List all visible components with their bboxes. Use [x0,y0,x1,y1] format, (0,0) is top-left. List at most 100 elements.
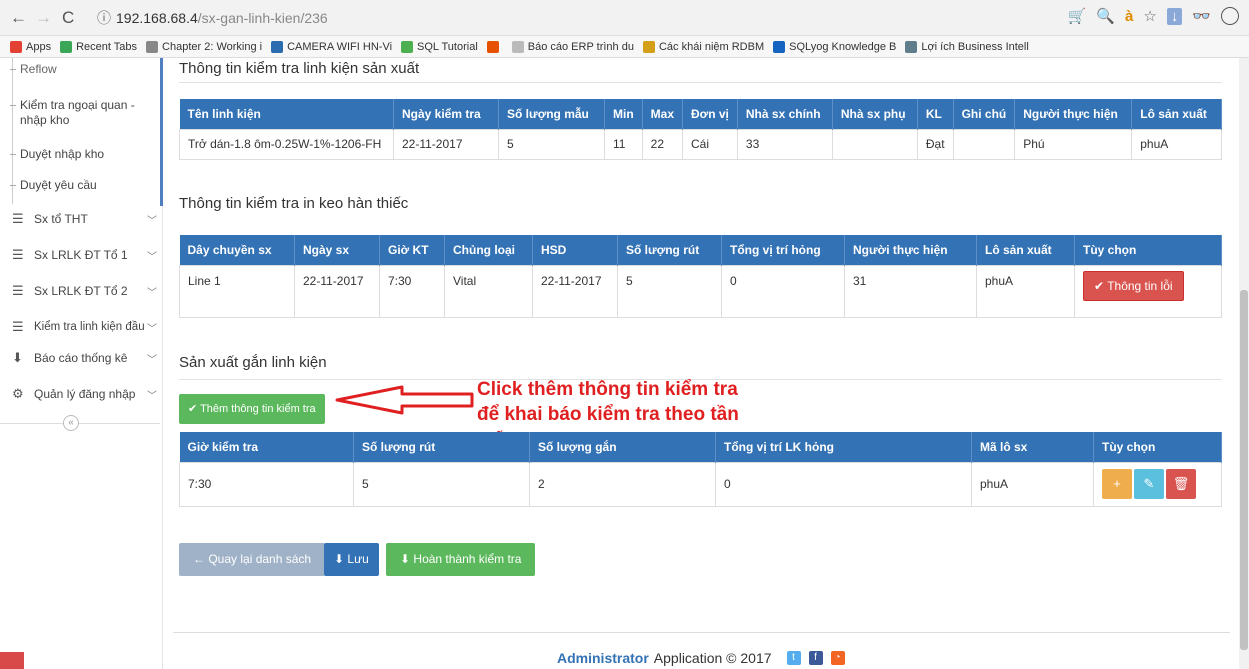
sidebar-subitem-visual-check[interactable]: Kiểm tra ngoại quan - nhập kho [10,98,145,128]
glasses-icon[interactable]: 👓 [1192,7,1211,25]
back-to-list-button[interactable]: ← Quay lại danh sách [179,543,326,576]
col-header[interactable]: Giờ KT [379,235,445,265]
collapse-sidebar-icon[interactable]: « [63,415,79,431]
col-header[interactable]: Nhà sx chính [737,99,833,129]
col-header[interactable]: Tùy chọn [1074,235,1222,265]
col-header[interactable]: Số lượng gắn [529,432,716,462]
download-icon[interactable]: ↓ [1166,7,1183,25]
table-cell: Vital [444,264,533,318]
rss-icon[interactable]: ◔ [830,651,845,665]
table-row[interactable]: Trở dán-1.8 ôm-0.25W-1%-1206-FH 22-11-20… [179,128,1222,160]
bookmark-item[interactable]: SQLyog Knowledge B [773,40,896,53]
url-field[interactable]: ⓘ 192.168.68.4/sx-gan-linh-kien/236 [97,8,328,28]
col-header[interactable]: Số lượng mẫu [498,99,605,129]
table-cell: Trở dán-1.8 ôm-0.25W-1%-1206-FH [179,128,394,160]
edit-row-button[interactable]: ✎ [1134,469,1164,499]
table-cell: 5 [498,128,605,160]
col-header[interactable]: Max [642,99,684,129]
annotation-arrow [335,385,474,415]
col-header[interactable]: HSD [532,235,618,265]
bookmark-item[interactable] [486,40,503,53]
forward-arrow-icon[interactable]: → [35,8,52,28]
col-header[interactable]: KL [917,99,954,129]
table-cell: phuA [1131,128,1222,160]
table-cell: 22-11-2017 [532,264,618,318]
section2-title: Thông tin kiểm tra in keo hàn thiếc [179,195,409,212]
col-header[interactable]: Min [604,99,643,129]
col-header[interactable]: Tổng vị trí hỏng [721,235,845,265]
col-header[interactable]: Ngày sx [294,235,380,265]
sidebar-divider [0,423,160,424]
bookmark-item[interactable]: Apps [10,40,51,53]
footer-divider [173,632,1230,633]
list-icon: ☰ [12,247,24,262]
table-cell: Line 1 [179,264,295,318]
footer: Administrator Application © 2017 t f ◔ [557,650,845,666]
bookmark-item[interactable]: SQL Tutorial [401,40,478,53]
col-header[interactable]: Nhà sx phụ [832,99,918,129]
col-header[interactable]: Đơn vị [682,99,738,129]
table-cell: + ✎ 🗑 [1093,461,1222,507]
sidebar-subitem-approve-request[interactable]: Duyệt yêu cầu [10,178,160,193]
table-cell: 33 [736,128,833,160]
facebook-icon[interactable]: f [808,651,823,665]
col-header[interactable]: Giờ kiểm tra [179,432,354,462]
bookmark-item[interactable]: Báo cáo ERP trình du [511,40,634,53]
table-row[interactable]: Line 1 22-11-2017 7:30 Vital 22-11-2017 … [179,264,1222,318]
col-header[interactable]: Chủng loại [444,235,533,265]
save-button[interactable]: ⬇ Lưu [324,543,379,576]
col-header[interactable]: Người thực hiện [844,235,977,265]
complete-check-button[interactable]: ⬇ Hoàn thành kiểm tra [386,543,536,576]
translate-icon[interactable]: à [1125,8,1133,25]
col-header[interactable]: Tùy chọn [1093,432,1222,462]
bookmark-item[interactable]: CAMERA WIFI HN-Vi [271,40,392,53]
sidebar-subitem-reflow[interactable]: Reflow [10,62,160,77]
star-icon[interactable]: ☆ [1143,7,1156,25]
add-row-button[interactable]: + [1102,469,1132,499]
col-header[interactable]: Tên linh kiện [179,99,394,129]
col-header[interactable]: Lô sản xuất [1131,99,1222,129]
scrollbar-thumb[interactable] [1240,290,1248,650]
table-header-row: Tên linh kiện Ngày kiểm tra Số lượng mẫu… [179,99,1222,129]
reload-icon[interactable]: C [62,8,74,28]
chevron-down-icon: ﹀ [147,215,157,227]
col-header[interactable]: Ghi chú [953,99,1016,129]
app-logo [0,652,24,669]
error-info-button[interactable]: ✔ Thông tin lỗi [1083,270,1184,301]
active-indicator [160,58,163,206]
chevron-down-icon: ﹀ [147,390,157,402]
cart-icon[interactable]: 🛒 [1068,7,1087,25]
col-header[interactable]: Tổng vị trí LK hỏng [715,432,972,462]
twitter-icon[interactable]: t [786,651,801,665]
browser-address-bar: ← → C ⓘ 192.168.68.4/sx-gan-linh-kien/236… [0,0,1249,36]
table-cell: Đạt [916,128,954,160]
profile-icon[interactable] [1221,7,1239,25]
sidebar-item-quan-ly-dang-nhap[interactable]: ⚙ Quản lý đăng nhập ﹀ [12,384,157,404]
back-arrow-icon[interactable]: ← [10,8,27,28]
zoom-icon[interactable]: 🔍 [1096,7,1115,25]
solder-paste-check-table: Dây chuyền sx Ngày sx Giờ KT Chủng loại … [179,235,1222,318]
col-header[interactable]: Ngày kiểm tra [393,99,499,129]
col-header[interactable]: Số lượng rút [617,235,722,265]
sidebar-item-sx-to-tht[interactable]: ☰ Sx tổ THT ﹀ [12,209,157,229]
table-cell: Cái [682,128,738,160]
bookmark-item[interactable]: Các khái niệm RDBM [642,40,764,53]
sidebar-item-sx-lrlk-2[interactable]: ☰ Sx LRLK ĐT Tổ 2 ﹀ [12,281,157,301]
sidebar-item-sx-lrlk-1[interactable]: ☰ Sx LRLK ĐT Tổ 1 ﹀ [12,245,157,265]
col-header[interactable]: Số lượng rút [353,432,530,462]
sidebar-item-kiem-tra-linh-kien[interactable]: ☰ Kiểm tra linh kiện đầu ﹀ [12,317,157,337]
col-header[interactable]: Mã lô sx [971,432,1094,462]
bookmark-item[interactable]: Lợi ích Business Intell [905,40,1029,53]
table-row[interactable]: 7:30 5 2 0 phuA + ✎ 🗑 [179,461,1222,507]
sidebar-item-bao-cao[interactable]: ⬇ Báo cáo thống kê ﹀ [12,348,157,368]
bookmark-item[interactable]: Recent Tabs [60,40,137,53]
col-header[interactable]: Người thực hiện [1014,99,1133,129]
table-cell: phuA [971,461,1094,507]
add-check-info-button[interactable]: ✔ Thêm thông tin kiểm tra [179,394,325,424]
col-header[interactable]: Dây chuyền sx [179,235,295,265]
bookmark-item[interactable]: Chapter 2: Working i [146,40,262,53]
col-header[interactable]: Lô sản xuất [976,235,1075,265]
sidebar-subitem-approve-import[interactable]: Duyệt nhập kho [10,147,160,162]
delete-row-button[interactable]: 🗑 [1166,469,1196,499]
bookmarks-bar: Apps Recent Tabs Chapter 2: Working i CAMER… [0,36,1249,58]
